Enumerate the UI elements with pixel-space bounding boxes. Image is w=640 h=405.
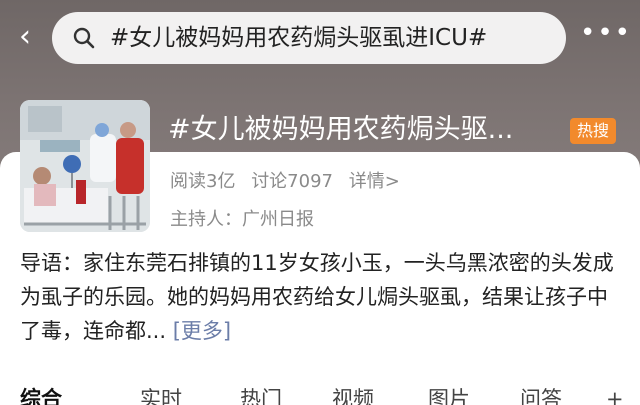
hospital-photo xyxy=(20,100,150,232)
top-bar: ‹ #女儿被妈妈用农药焗头驱虱进ICU# ••• xyxy=(0,0,640,72)
more-dots-icon: ••• xyxy=(580,18,633,48)
details-link[interactable]: 详情> xyxy=(349,171,400,192)
tab-comprehensive[interactable]: 综合 xyxy=(20,386,62,405)
discussion-count: 讨论7097 xyxy=(251,171,333,192)
tab-popular[interactable]: 热门 xyxy=(240,386,282,405)
search-icon xyxy=(73,27,95,49)
tab-images[interactable]: 图片 xyxy=(428,386,470,405)
tabs-more-button[interactable]: + xyxy=(606,386,624,405)
topic-stats: 阅读3亿 讨论7097 详情> xyxy=(170,170,410,194)
search-box[interactable]: #女儿被妈妈用农药焗头驱虱进ICU# xyxy=(52,12,566,64)
host-label: 主持人：广州日报 xyxy=(170,209,314,230)
topic-intro: 导语：家住东莞石排镇的11岁女孩小玉，一头乌黑浓密的头发成为虱子的乐园。她的妈妈… xyxy=(20,246,624,348)
intro-text: 导语：家住东莞石排镇的11岁女孩小玉，一头乌黑浓密的头发成为虱子的乐园。她的妈妈… xyxy=(20,251,614,343)
topic-title: #女儿被妈妈用农药焗头驱... xyxy=(168,114,514,145)
tab-video[interactable]: 视频 xyxy=(332,386,374,405)
tab-qa[interactable]: 问答 xyxy=(520,386,562,405)
filter-tabs: 综合 实时 热门 视频 图片 问答 + xyxy=(0,378,640,405)
chevron-left-icon: ‹ xyxy=(19,19,31,54)
more-options-button[interactable]: ••• xyxy=(580,20,630,52)
read-count: 阅读3亿 xyxy=(170,171,236,192)
back-button[interactable]: ‹ xyxy=(10,20,40,54)
search-query[interactable]: #女儿被妈妈用农药焗头驱虱进ICU# xyxy=(110,24,487,52)
tab-realtime[interactable]: 实时 xyxy=(140,386,182,405)
hot-search-badge: 热搜 xyxy=(570,118,616,144)
topic-cover-image[interactable] xyxy=(20,100,150,232)
intro-more-link[interactable]: [更多] xyxy=(173,319,231,343)
